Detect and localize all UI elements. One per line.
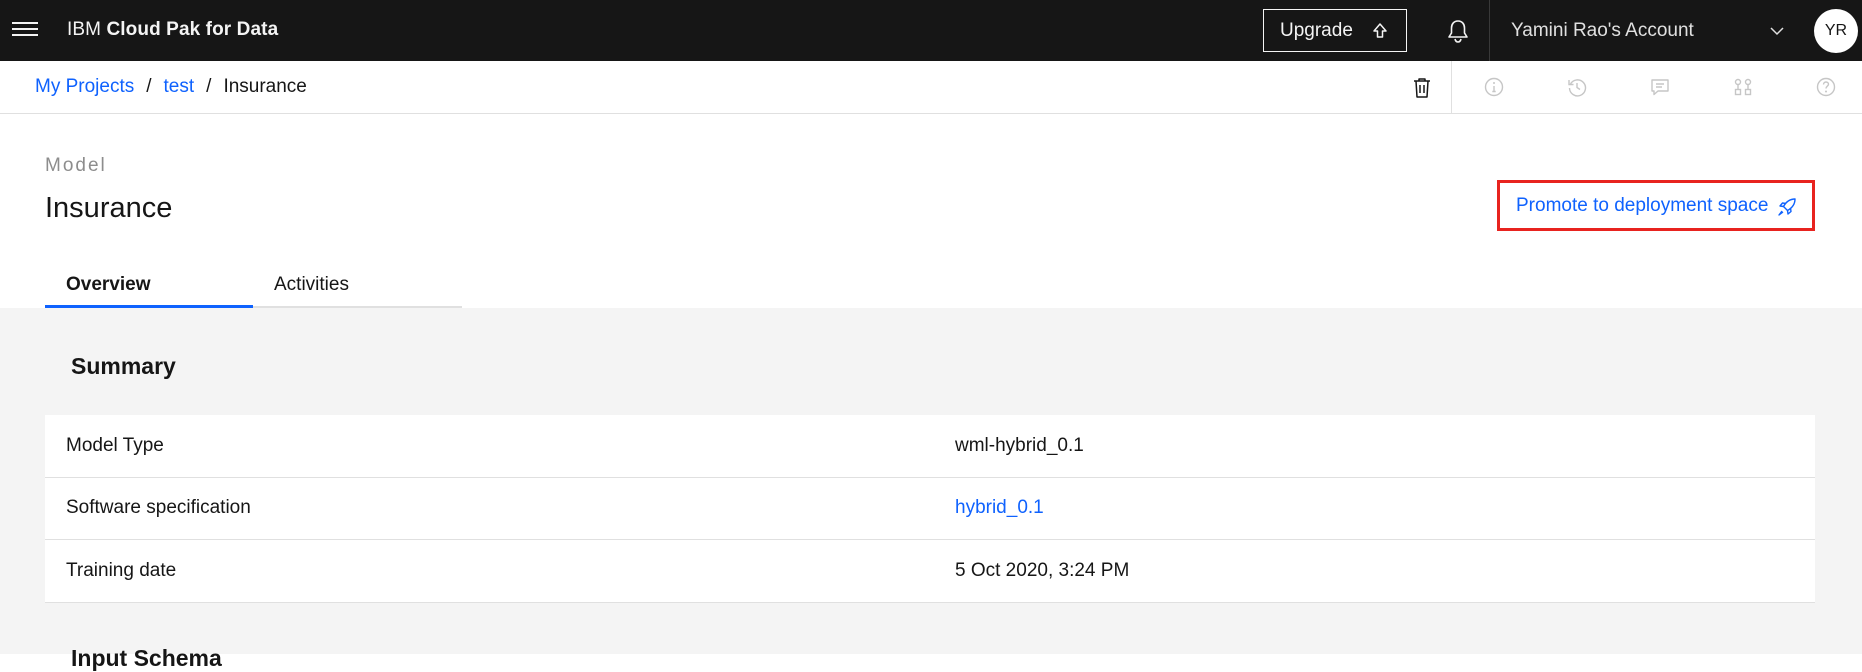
promote-to-deployment-space-button[interactable]: Promote to deployment space [1497,180,1815,231]
input-schema-heading: Input Schema [71,645,222,671]
row-key: Model Type [66,434,164,456]
rocket-icon [1778,198,1796,216]
top-nav-bar: IBM Cloud Pak for Data Upgrade Yamini Ra… [0,0,1862,61]
breadcrumb: My Projects / test / Insurance [35,76,307,98]
product-name[interactable]: IBM Cloud Pak for Data [67,19,278,41]
brand-prefix: IBM [67,19,102,40]
table-row: Training date 5 Oct 2020, 3:24 PM [45,540,1815,603]
brand-bold: Cloud Pak for Data [106,19,279,40]
hierarchy-icon[interactable] [1732,76,1754,98]
upgrade-label: Upgrade [1280,19,1353,41]
page-title: Insurance [45,192,173,224]
info-icon[interactable] [1483,76,1505,98]
tab-activities[interactable]: Activities [253,262,462,308]
account-label: Yamini Rao's Account [1511,19,1694,41]
history-icon[interactable] [1566,76,1588,98]
breadcrumb-my-projects[interactable]: My Projects [35,76,134,98]
promote-label: Promote to deployment space [1516,194,1769,216]
breadcrumb-bar: My Projects / test / Insurance [0,61,1862,114]
summary-table: Model Type wml-hybrid_0.1 Software speci… [45,415,1815,603]
help-icon[interactable] [1815,76,1837,98]
breadcrumb-separator: / [206,76,212,97]
page-header: Model Insurance Promote to deployment sp… [0,114,1862,308]
trash-icon[interactable] [1411,76,1433,100]
menu-icon[interactable] [12,18,38,44]
breadcrumb-separator: / [146,76,152,97]
row-value: 5 Oct 2020, 3:24 PM [955,559,1130,581]
table-row: Software specification hybrid_0.1 [45,478,1815,540]
chevron-down-icon [1770,27,1784,36]
comment-icon[interactable] [1649,76,1671,98]
asset-type-label: Model [45,155,107,176]
tab-list: Overview Activities [45,262,462,308]
account-switcher[interactable]: Yamini Rao's Account [1490,0,1810,61]
notification-icon[interactable] [1444,17,1472,45]
breadcrumb-test[interactable]: test [164,76,195,98]
software-spec-link[interactable]: hybrid_0.1 [955,497,1044,519]
row-key: Training date [66,559,177,581]
content-area: Summary Model Type wml-hybrid_0.1 Softwa… [0,308,1862,671]
summary-heading: Summary [71,353,176,379]
upload-icon [1373,23,1387,38]
breadcrumb-current: Insurance [223,76,307,97]
upgrade-button[interactable]: Upgrade [1263,9,1407,52]
row-key: Software specification [66,497,251,519]
row-value: wml-hybrid_0.1 [955,434,1084,456]
table-row: Model Type wml-hybrid_0.1 [45,415,1815,478]
tab-overview[interactable]: Overview [45,262,253,308]
avatar[interactable]: YR [1814,9,1858,53]
toolbar-divider [1451,61,1452,114]
